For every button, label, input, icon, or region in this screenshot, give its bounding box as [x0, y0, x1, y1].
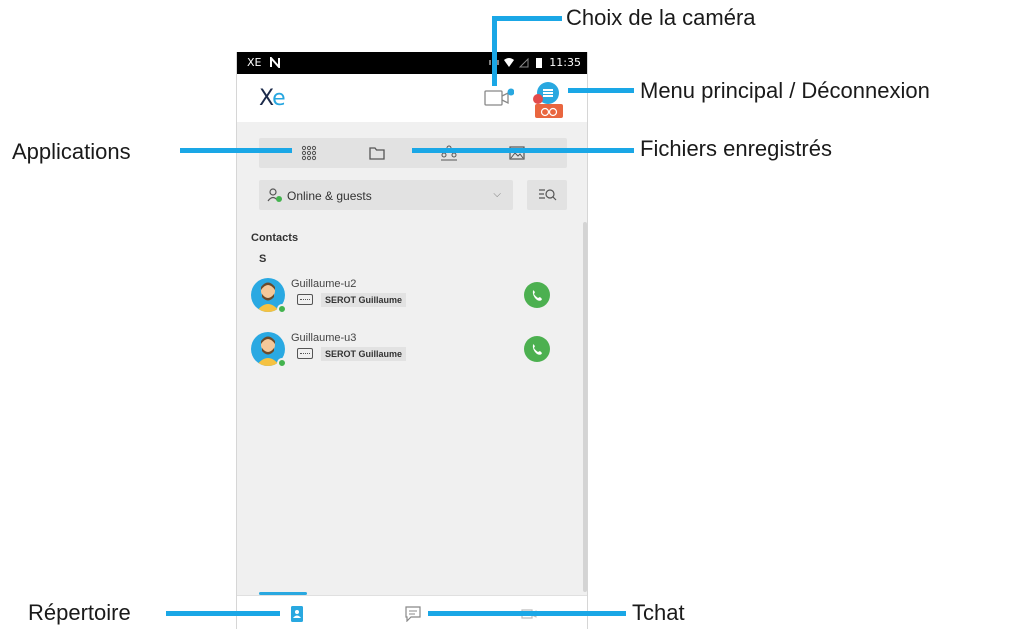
contact-name: Guillaume-u2 — [291, 278, 357, 290]
chevron-down-icon: ⌵ — [493, 189, 501, 200]
carrier-label: XE — [247, 56, 262, 69]
search-list-icon — [539, 189, 557, 201]
annotation-line-files — [412, 148, 634, 153]
contacts-letter-header: S — [259, 253, 267, 265]
battery-icon — [536, 58, 543, 68]
annotation-chat: Tchat — [632, 600, 685, 625]
annotation-line-chat — [428, 611, 626, 616]
signal-icon — [519, 57, 529, 68]
call-button[interactable] — [524, 336, 550, 362]
phone-screen: XE 11:35 Xe Online & guests ⌵ Contacts S… — [236, 52, 588, 629]
active-tab-indicator — [259, 592, 307, 595]
id-card-icon — [297, 348, 313, 359]
contact-row[interactable]: Guillaume-u3 SEROT Guillaume — [249, 332, 559, 376]
contact-name: Guillaume-u3 — [291, 332, 357, 344]
applications-grid-icon[interactable] — [301, 145, 317, 161]
phone-icon — [532, 344, 542, 355]
user-glasses-icon — [535, 104, 563, 118]
logo-e: e — [272, 86, 286, 111]
directory-tab-icon[interactable] — [289, 606, 305, 622]
contact-fullname: SEROT Guillaume — [321, 347, 407, 361]
id-card-icon — [297, 294, 313, 305]
annotation-menu: Menu principal / Déconnexion — [640, 78, 930, 103]
annotation-line-applications — [180, 148, 292, 153]
annotation-directory: Répertoire — [28, 600, 131, 625]
xe-logo: Xe — [259, 86, 286, 111]
filter-label: Online & guests — [287, 189, 372, 203]
chat-tab-icon[interactable] — [405, 606, 421, 622]
contact-row[interactable]: Guillaume-u2 SEROT Guillaume — [249, 278, 559, 322]
annotation-line-camera-h — [492, 16, 562, 21]
contact-fullname: SEROT Guillaume — [321, 293, 407, 307]
contacts-section-title: Contacts — [251, 232, 299, 244]
annotation-line-directory — [166, 611, 280, 616]
annotation-files: Fichiers enregistrés — [640, 136, 832, 161]
scrollbar[interactable] — [583, 222, 587, 592]
folder-icon[interactable] — [369, 145, 385, 161]
phone-icon — [532, 290, 542, 301]
logo-x: X — [259, 86, 273, 111]
logout-badge-icon[interactable] — [533, 94, 543, 104]
user-online-icon — [267, 188, 282, 202]
online-status-dot — [277, 304, 287, 314]
contact-filter-select[interactable]: Online & guests ⌵ — [259, 180, 513, 210]
search-filter-button[interactable] — [527, 180, 567, 210]
clock: 11:35 — [549, 56, 581, 69]
n-notification-icon — [269, 57, 280, 68]
annotation-applications: Applications — [12, 139, 131, 164]
top-toolbar — [259, 138, 567, 168]
camera-select-icon[interactable] — [484, 88, 514, 108]
app-bar: Xe — [237, 74, 587, 122]
call-button[interactable] — [524, 282, 550, 308]
wifi-icon — [504, 58, 515, 67]
annotation-camera: Choix de la caméra — [566, 5, 756, 30]
online-status-dot — [277, 358, 287, 368]
annotation-line-camera — [492, 16, 497, 86]
status-bar: XE 11:35 — [237, 52, 587, 74]
annotation-line-menu — [568, 88, 634, 93]
